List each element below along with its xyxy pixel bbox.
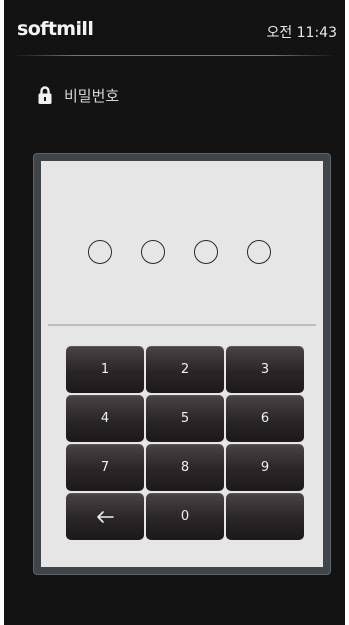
key-3[interactable]: 3 — [226, 346, 304, 393]
key-2[interactable]: 2 — [146, 346, 224, 393]
backspace-arrow-icon — [97, 510, 114, 523]
key-6[interactable]: 6 — [226, 395, 304, 442]
key-4[interactable]: 4 — [66, 395, 144, 442]
pin-dot — [141, 240, 165, 264]
pin-dot — [88, 240, 112, 264]
password-label: 비밀번호 — [64, 86, 120, 105]
pin-panel: 1 2 3 4 5 6 7 8 9 0 — [41, 161, 323, 567]
pin-dot — [194, 240, 218, 264]
pin-panel-frame: 1 2 3 4 5 6 7 8 9 0 — [33, 153, 331, 575]
pin-dot — [247, 240, 271, 264]
phone-screen: softmill 오전 11:43 비밀번호 1 2 3 4 5 6 7 8 9… — [4, 0, 345, 625]
backspace-button[interactable] — [66, 493, 144, 540]
password-header: 비밀번호 — [38, 84, 119, 106]
lock-icon — [38, 85, 52, 105]
key-0[interactable]: 0 — [146, 493, 224, 540]
brand-logo: softmill — [17, 18, 94, 40]
pin-divider — [48, 324, 316, 326]
key-8[interactable]: 8 — [146, 444, 224, 491]
clock: 오전 11:43 — [266, 25, 337, 41]
key-1[interactable]: 1 — [66, 346, 144, 393]
status-bar: softmill 오전 11:43 — [4, 0, 345, 56]
status-divider — [12, 55, 337, 56]
key-blank — [226, 493, 304, 540]
key-7[interactable]: 7 — [66, 444, 144, 491]
key-9[interactable]: 9 — [226, 444, 304, 491]
numeric-keypad: 1 2 3 4 5 6 7 8 9 0 — [66, 346, 304, 540]
key-5[interactable]: 5 — [146, 395, 224, 442]
pin-indicator — [88, 240, 271, 264]
